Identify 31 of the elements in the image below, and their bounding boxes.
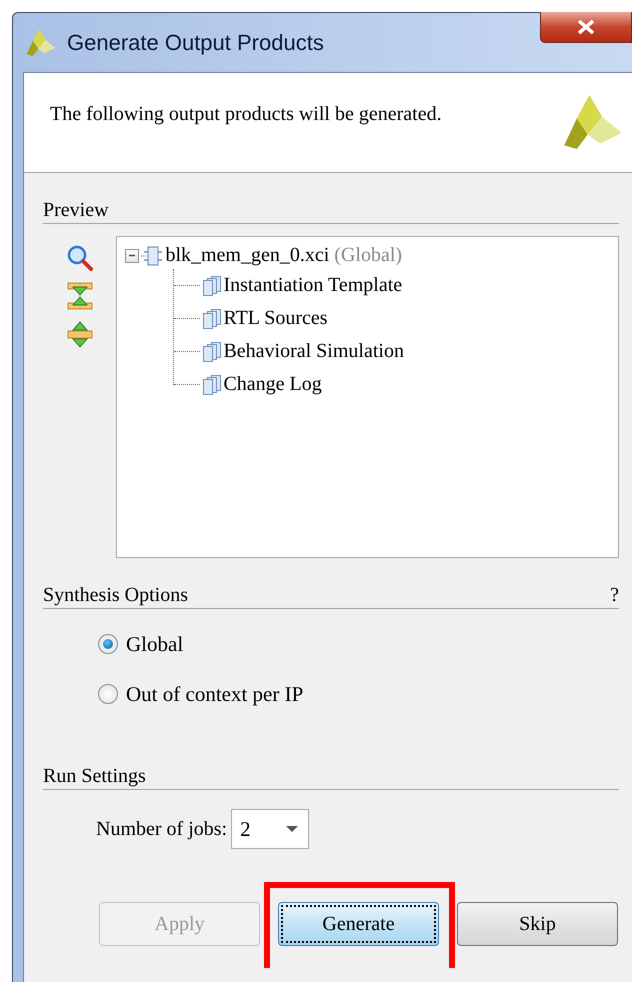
section-title: Preview xyxy=(43,198,109,223)
module-icon xyxy=(141,244,164,268)
document-icon xyxy=(201,308,224,330)
search-icon[interactable] xyxy=(66,244,94,271)
tree-item[interactable]: Behavioral Simulation xyxy=(223,340,404,363)
collapse-toggle[interactable] xyxy=(125,248,140,262)
tree-item[interactable]: RTL Sources xyxy=(223,307,328,330)
radio-button[interactable] xyxy=(98,684,118,704)
radio-label[interactable]: Out of context per IP xyxy=(126,682,304,706)
radio-button[interactable] xyxy=(98,634,118,654)
header-message: The following output products will be generated. xyxy=(50,103,442,127)
dialog-button[interactable]: Generate xyxy=(278,902,439,946)
window-title: Generate Output Products xyxy=(67,30,324,56)
jobs-label: Number of jobs: xyxy=(96,818,228,840)
dropdown-arrow-icon xyxy=(286,826,298,832)
dialog-button[interactable]: Skip xyxy=(457,902,618,946)
close-icon xyxy=(577,19,595,35)
document-icon xyxy=(201,274,224,296)
tree-item[interactable]: blk_mem_gen_0.xci (Global) xyxy=(165,244,402,267)
radio-label[interactable]: Global xyxy=(126,632,184,656)
tree-item[interactable]: Change Log xyxy=(223,373,322,396)
expand-all-icon[interactable] xyxy=(66,321,93,349)
document-icon xyxy=(201,340,224,362)
tree-item[interactable]: Instantiation Template xyxy=(223,274,402,297)
section-title: Run Settings xyxy=(43,764,146,789)
document-icon xyxy=(201,374,224,396)
collapse-all-icon[interactable] xyxy=(66,282,93,310)
jobs-dropdown[interactable]: 2 xyxy=(231,809,310,849)
section-title: Synthesis Options xyxy=(43,583,188,608)
help-icon[interactable]: ? xyxy=(610,582,619,608)
close-button[interactable] xyxy=(540,12,632,43)
